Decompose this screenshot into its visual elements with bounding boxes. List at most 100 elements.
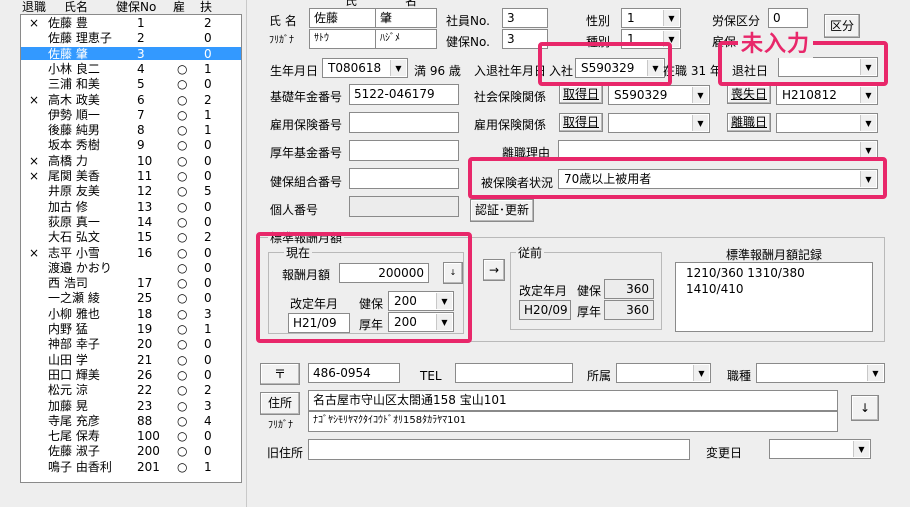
kubun-button[interactable]: 区分 (824, 14, 860, 38)
address-kana-input[interactable]: ﾅｺﾞﾔｼﾓﾘﾔﾏｸﾀｲｺｳﾄﾞｵﾘ158ﾀｶﾗﾔﾏ101 (308, 411, 838, 432)
tel-input[interactable] (455, 363, 573, 383)
name-label: 氏 名 (269, 14, 297, 28)
loss-date-button[interactable]: 喪失日 (727, 85, 771, 104)
list-item[interactable]: 坂本 秀樹 9 ○ 0 (21, 138, 241, 152)
employee-name: 一之瀬 綾 (48, 291, 100, 306)
list-item[interactable]: 大石 弘文 15 ○ 2 (21, 230, 241, 244)
employee-no-input[interactable]: 3 (502, 8, 548, 28)
loss-date-select[interactable]: H210812 ▼ (776, 85, 878, 105)
employee-name: 井原 友美 (48, 184, 100, 199)
personal-no-label: 個人番号 (270, 203, 319, 217)
mei-kana-input[interactable]: ﾊｼﾞﾒ (375, 29, 437, 49)
chevron-down-icon: ▼ (867, 365, 883, 381)
list-item[interactable]: 鳴子 由香利 201 ○ 1 (21, 460, 241, 474)
list-item[interactable]: 渡邉 かおり ○ 0 (21, 261, 241, 275)
list-item[interactable]: × 佐藤 豊 1 2 (21, 16, 241, 30)
dependent-count: 0 (204, 276, 212, 291)
dependent-count: 0 (204, 31, 212, 46)
header-dependents: 扶 (200, 0, 213, 14)
dependent-count: 0 (204, 153, 212, 168)
address-down-button[interactable]: ↓ (851, 395, 879, 421)
mei-input[interactable]: 肇 (375, 8, 437, 28)
salary-record-box[interactable]: 1210/360 1310/380 1410/410 (675, 262, 873, 332)
employee-listbox[interactable]: × 佐藤 豊 1 2 佐藤 理恵子 2 0 佐藤 肇 3 0 小林 良二 4 ○ 1 三浦 和美 5 ○ 0 × 高木… (20, 14, 242, 483)
personal-no-input[interactable] (349, 196, 459, 217)
employee-name: 神部 幸子 (48, 337, 100, 352)
postal-input[interactable]: 486-0954 (308, 363, 400, 383)
list-item[interactable]: × 尾関 美香 11 ○ 0 (21, 169, 241, 183)
employee-name: 佐藤 理恵子 (48, 31, 112, 46)
welfare-fund-input[interactable] (349, 140, 459, 161)
loss-date-value: H210812 (782, 88, 837, 102)
sei-kana-input[interactable]: ｻﾄｳ (309, 29, 381, 49)
prev-kenpo-value: 360 (604, 279, 654, 299)
dependent-count: 0 (204, 46, 212, 61)
union-no-input[interactable] (349, 168, 459, 189)
list-item[interactable]: 荻原 真一 14 ○ 0 (21, 215, 241, 229)
emp-ins-no-label: 雇用保険番号 (270, 118, 343, 132)
chevron-down-icon: ▼ (860, 115, 876, 131)
emp-acquire-date-select[interactable]: ▼ (608, 113, 710, 133)
address-input[interactable]: 名古屋市守山区太閤通158 宝山101 (308, 390, 838, 411)
list-item[interactable]: 井原 友美 12 ○ 5 (21, 184, 241, 198)
list-item[interactable]: 寺尾 充彦 88 ○ 4 (21, 414, 241, 428)
pension-no-input[interactable]: 5122-046179 (349, 84, 459, 105)
gender-select[interactable]: 1 ▼ (621, 8, 681, 28)
birthday-select[interactable]: T080618 ▼ (322, 58, 408, 78)
list-item[interactable]: 佐藤 淑子 200 ○ 0 (21, 444, 241, 458)
mei-header: 名 (405, 0, 418, 8)
list-item[interactable]: 三浦 和美 5 ○ 0 (21, 77, 241, 91)
list-item[interactable]: 神部 幸子 20 ○ 0 (21, 337, 241, 351)
emp-ins-no-input[interactable] (349, 112, 459, 133)
list-item[interactable]: 加藤 晃 23 ○ 3 (21, 399, 241, 413)
list-item[interactable]: × 高木 政美 6 ○ 2 (21, 93, 241, 107)
rouho-input[interactable]: 0 (768, 8, 808, 28)
list-item[interactable]: × 高橋 力 10 ○ 0 (21, 154, 241, 168)
dependent-count: 0 (204, 214, 212, 229)
union-no-label: 健保組合番号 (270, 175, 343, 189)
auth-update-button[interactable]: 認証･更新 (470, 199, 534, 222)
list-item[interactable]: 西 浩司 17 ○ 0 (21, 276, 241, 290)
job-select[interactable]: ▼ (756, 363, 885, 383)
list-item[interactable]: 田口 輝美 26 ○ 0 (21, 368, 241, 382)
prev-kenpo-label: 健保 (577, 284, 602, 298)
kenpo-no: 9 (137, 138, 145, 153)
dependent-count: 0 (204, 444, 212, 459)
change-date-label: 変更日 (706, 446, 743, 460)
list-item[interactable]: × 志平 小雪 16 ○ 0 (21, 246, 241, 260)
list-item[interactable]: 小林 良二 4 ○ 1 (21, 62, 241, 76)
copy-arrow-button[interactable]: → (483, 259, 505, 281)
job-label: 職種 (727, 369, 752, 383)
change-date-select[interactable]: ▼ (769, 439, 871, 459)
list-item[interactable]: 加古 修 13 ○ 0 (21, 200, 241, 214)
list-item[interactable]: 佐藤 理恵子 2 0 (21, 31, 241, 45)
prev-kounen-value: 360 (604, 300, 654, 320)
list-item[interactable]: 後藤 純男 8 ○ 1 (21, 123, 241, 137)
list-item[interactable]: 松元 涼 22 ○ 2 (21, 383, 241, 397)
dependent-count: 0 (204, 245, 212, 260)
list-item[interactable]: 小柳 雅也 18 ○ 3 (21, 307, 241, 321)
address-button[interactable]: 住所 (260, 392, 300, 415)
previous-label: 従前 (516, 246, 545, 260)
list-item[interactable]: 一之瀬 綾 25 ○ 0 (21, 291, 241, 305)
kenpo-no: 20 (137, 337, 153, 352)
leave-date-button[interactable]: 離職日 (727, 113, 771, 132)
list-item[interactable]: 山田 学 21 ○ 0 (21, 353, 241, 367)
emp-acquire-button[interactable]: 取得日 (559, 113, 603, 132)
dept-select[interactable]: ▼ (616, 363, 711, 383)
old-address-input[interactable] (308, 439, 690, 460)
dependent-count: 0 (204, 260, 212, 275)
list-item[interactable]: 内野 猛 19 ○ 1 (21, 322, 241, 336)
postal-lookup-button[interactable]: 〒 (260, 363, 300, 385)
list-item[interactable]: 伊勢 順一 7 ○ 1 (21, 108, 241, 122)
retire-mark: × (29, 153, 40, 168)
employee-name: 七尾 保寿 (48, 429, 100, 444)
dependent-count: 2 (204, 92, 212, 107)
social-acquire-button[interactable]: 取得日 (559, 85, 603, 104)
list-item[interactable]: 七尾 保寿 100 ○ 0 (21, 429, 241, 443)
social-acquire-date-select[interactable]: S590329 ▼ (608, 85, 710, 105)
dependent-count: 0 (204, 337, 212, 352)
leave-date-select[interactable]: ▼ (776, 113, 878, 133)
sei-input[interactable]: 佐藤 (309, 8, 381, 28)
list-item[interactable]: 佐藤 肇 3 0 (21, 46, 241, 61)
